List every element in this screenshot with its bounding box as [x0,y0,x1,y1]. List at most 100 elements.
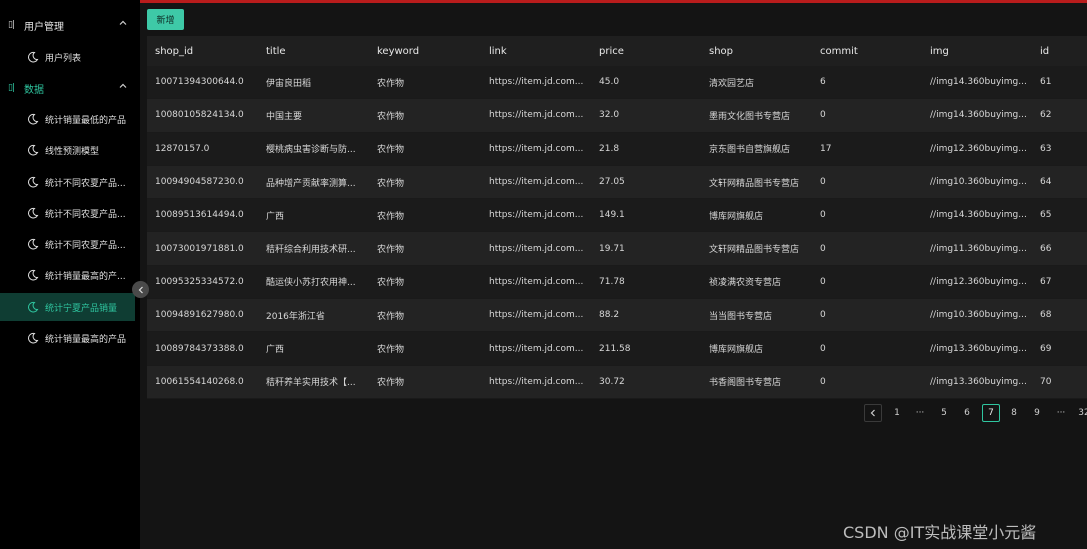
cell-price: 21.8 [599,143,620,154]
moon-icon [28,113,39,125]
cell-shop: 文轩网精品图书专营店 [709,178,800,189]
cell-title: 秸秆综合利用技术研... [266,245,356,256]
sidebar-item-highest-sales[interactable]: 统计销量最高的产品 [0,324,135,352]
cell-id: 64 [1040,177,1052,188]
table-row[interactable]: 10094891627980.0 2016年浙江省 农作物 https://item.… [147,299,1087,333]
column-header-shop-id[interactable]: shop_id [155,36,255,66]
cell-commit: 0 [820,243,826,254]
sidebar-item-label: 线性预测模型 [45,146,100,157]
page-button[interactable]: 6 [960,404,974,422]
top-accent-bar [140,0,1087,3]
cell-keyword: 农作物 [377,111,405,122]
cell-id: 61 [1040,77,1052,88]
cell-commit: 6 [820,77,826,88]
cell-price: 71.78 [599,276,625,287]
table-row[interactable]: 10061554140268.0 秸秆养羊实用技术【... 农作物 https://i… [147,365,1087,399]
cell-shop: 文轩网精品图书专营店 [709,245,800,256]
page-button[interactable]: 8 [1007,404,1021,422]
cell-id: 63 [1040,143,1052,154]
page-button[interactable]: 9 [1030,404,1044,422]
table-row[interactable]: 10080105824134.0 中国主要 农作物 https://item.jd.c… [147,99,1087,133]
menu-group-data[interactable]: ▯| 数据 [0,73,140,103]
cell-link: https://item.jd.com... [489,310,584,321]
cell-link: https://item.jd.com... [489,210,584,221]
cell-shop-id: 10094904587230.0 [155,177,244,188]
column-header-title[interactable]: title [266,36,361,66]
sidebar-item-lowest-sales[interactable]: 统计销量最低的产品 [0,105,135,133]
cell-img: //img14.360buyimg... [930,110,1027,121]
cell-commit: 0 [820,343,826,354]
cell-commit: 0 [820,376,826,387]
menu-group-label: 数据 [24,84,44,96]
cell-img: //img13.360buyimg... [930,343,1027,354]
page-ellipsis[interactable]: ··· [1054,404,1068,422]
page-ellipsis[interactable]: ··· [913,404,927,422]
sidebar-item-label: 统计不同农夏产品... [45,209,126,220]
sidebar-item-label: 统计销量最高的产... [45,271,126,282]
cell-title: 樱桃病虫害诊断与防... [266,145,356,156]
sidebar-item-user-list[interactable]: 用户列表 [0,43,135,71]
column-header-img[interactable]: img [930,36,1027,66]
table-row[interactable]: 10071394300644.0 伊宙良田稻 农作物 https://item.jd.… [147,66,1087,100]
cell-keyword: 农作物 [377,378,405,389]
column-header-commit[interactable]: commit [820,36,910,66]
cell-img: //img12.360buyimg... [930,143,1027,154]
sidebar-item-highest-sales-short[interactable]: 统计销量最高的产... [0,261,135,289]
page-button[interactable]: 32 [1076,404,1087,422]
cell-price: 19.71 [599,243,625,254]
add-button[interactable]: 新增 [147,9,184,30]
sidebar-item-linear-model[interactable]: 线性预测模型 [0,136,135,164]
cell-shop: 博库网旗舰店 [709,211,764,222]
cell-id: 65 [1040,210,1052,221]
table-row[interactable]: 10089513614494.0 广西 农作物 https://item.jd.com… [147,199,1087,233]
sidebar-item-stats-3[interactable]: 统计不同农夏产品... [0,230,135,258]
cell-keyword: 农作物 [377,278,405,289]
cell-shop: 博库网旗舰店 [709,345,764,356]
sidebar-item-label: 用户列表 [45,53,82,64]
menu-group-user-management[interactable]: ▯| 用户管理 [0,10,140,40]
page-button[interactable]: 5 [937,404,951,422]
table-row[interactable]: 10095325334572.0 酷运侠小苏打农用神... 农作物 https://i… [147,265,1087,300]
table-row[interactable]: 10094904587230.0 品种增产贡献率测算... 农作物 https://i… [147,165,1087,200]
page-button-current[interactable]: 7 [982,404,1000,422]
table-row[interactable]: 12870157.0 樱桃病虫害诊断与防... 农作物 https://item.jd… [147,132,1087,166]
column-header-shop[interactable]: shop [709,36,809,66]
menu-icon: ▯| [8,83,15,93]
cell-shop: 祯凌满农资专营店 [709,278,782,289]
cell-link: https://item.jd.com... [489,77,584,88]
cell-id: 70 [1040,376,1052,387]
table-row[interactable]: 10073001971881.0 秸秆综合利用技术研... 农作物 https://i… [147,232,1087,266]
menu-group-label: 用户管理 [24,21,64,33]
cell-img: //img10.360buyimg... [930,177,1027,188]
table-row[interactable]: 10089784373388.0 广西 农作物 https://item.jd.com… [147,332,1087,366]
column-header-id[interactable]: id [1040,36,1080,66]
cell-title: 广西 [266,345,285,356]
column-header-price[interactable]: price [599,36,689,66]
column-header-keyword[interactable]: keyword [377,36,467,66]
cell-commit: 0 [820,177,826,188]
cell-title: 中国主要 [266,111,303,122]
cell-img: //img10.360buyimg... [930,310,1027,321]
cell-link: https://item.jd.com... [489,376,584,387]
chevron-up-icon [119,83,127,88]
moon-icon [28,269,39,281]
sidebar-item-stats-2[interactable]: 统计不同农夏产品... [0,199,135,227]
sidebar-item-stats-1[interactable]: 统计不同农夏产品... [0,168,135,196]
cell-keyword: 农作物 [377,145,405,156]
moon-icon [28,207,39,219]
prev-page-button[interactable] [864,404,882,422]
cell-title: 品种增产贡献率测算... [266,178,356,189]
watermark: CSDN @IT实战课堂小元酱 [843,523,1037,542]
cell-shop-id: 10071394300644.0 [155,77,244,88]
cell-shop-id: 10095325334572.0 [155,276,244,287]
sidebar-item-ningxia-sales[interactable]: 统计宁夏产品销量 [0,293,135,321]
cell-keyword: 农作物 [377,311,405,322]
cell-keyword: 农作物 [377,345,405,356]
cell-title: 酷运侠小苏打农用神... [266,278,356,289]
cell-img: //img14.360buyimg... [930,210,1027,221]
column-header-link[interactable]: link [489,36,584,66]
collapse-sidebar-button[interactable] [132,281,149,298]
cell-shop-id: 10094891627980.0 [155,310,244,321]
page-button[interactable]: 1 [890,404,904,422]
cell-link: https://item.jd.com... [489,143,584,154]
